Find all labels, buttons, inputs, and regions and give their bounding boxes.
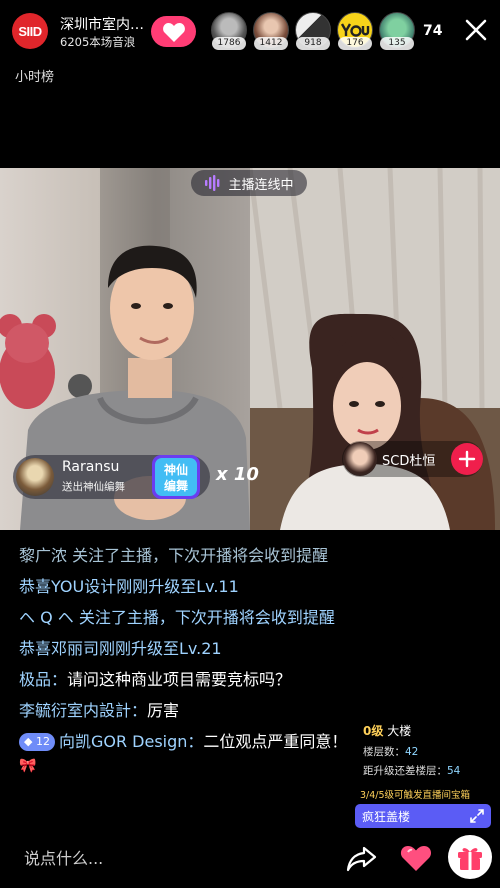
link-status-text: 主播连线中 bbox=[228, 177, 294, 193]
chat-text: 厉害 bbox=[147, 701, 180, 720]
viewer-badge-2: 1412 bbox=[254, 37, 288, 50]
tower-tip: 3/4/5级可触发直播间宝箱 bbox=[360, 790, 471, 801]
close-button[interactable] bbox=[463, 17, 489, 43]
chat-message: 李毓衍室内設計：厉害 bbox=[19, 699, 349, 722]
viewer-badge-3: 918 bbox=[296, 37, 330, 50]
chat-text: 恭喜YOU设计刚刚升级至Lv.11 bbox=[19, 577, 239, 596]
hourly-rank-link[interactable]: 小时榜 bbox=[15, 66, 54, 85]
user-level-badge: ◆ 12 bbox=[19, 733, 55, 751]
host-logo-text: SIID bbox=[18, 23, 42, 39]
tower-upgrade: 距升级还差楼层：54 bbox=[363, 763, 460, 778]
build-tower-button[interactable]: 疯狂盖楼 bbox=[355, 804, 491, 828]
chat-username[interactable]: 向凯GOR Design： bbox=[59, 732, 203, 751]
link-status-badge: 主播连线中 bbox=[191, 170, 307, 196]
guest-info[interactable]: SCD杜恒 bbox=[342, 441, 483, 477]
heart-icon bbox=[400, 846, 432, 871]
gift-sticker-icon: 神仙 编舞 bbox=[150, 452, 202, 502]
chat-message: ヘ Q ヘ 关注了主播，下次开播将会收到提醒 bbox=[19, 606, 349, 629]
share-button[interactable] bbox=[344, 840, 380, 876]
follow-heart-button[interactable] bbox=[151, 16, 196, 47]
tower-upgrade-value: 54 bbox=[447, 765, 461, 777]
bottom-bar bbox=[0, 830, 500, 888]
chat-message: 恭喜邓丽司刚刚升级至Lv.21 bbox=[19, 637, 349, 660]
chat-text: 请问这种商业项目需要竞标吗？ bbox=[67, 670, 292, 689]
you-logo-icon bbox=[340, 23, 370, 37]
viewer-badge-5: 135 bbox=[380, 37, 414, 50]
chat-message: 极品：请问这种商业项目需要竞标吗？ bbox=[19, 668, 349, 691]
host-logo[interactable]: SIID bbox=[12, 13, 48, 49]
top-bar: SIID 深圳市室内… 6205本场音浪 1786 1412 918 176 1… bbox=[0, 0, 500, 62]
gift-sticker-text-bottom: 编舞 bbox=[163, 478, 188, 493]
chat-message: ◆ 12 向凯GOR Design：二位观点严重同意！ 🎀 bbox=[19, 730, 349, 778]
close-icon bbox=[465, 19, 487, 41]
chat-text: 恭喜邓丽司刚刚升级至Lv.21 bbox=[19, 639, 222, 658]
guest-name: SCD杜恒 bbox=[382, 454, 436, 469]
gift-sender-avatar[interactable] bbox=[16, 458, 54, 496]
chat-message: 恭喜YOU设计刚刚升级至Lv.11 bbox=[19, 575, 349, 598]
tower-floors-label: 楼层数： bbox=[363, 746, 405, 758]
plus-icon bbox=[458, 450, 476, 468]
tower-floors-value: 42 bbox=[405, 746, 419, 758]
chat-message: 黎广浓 关注了主播，下次开播将会收到提醒 bbox=[19, 544, 349, 567]
tower-level-value: 0级 bbox=[363, 724, 384, 738]
share-icon bbox=[346, 846, 377, 872]
expand-icon[interactable] bbox=[469, 808, 485, 824]
chat-text: 黎广浓 关注了主播，下次开播将会收到提醒 bbox=[19, 546, 329, 565]
viewer-count[interactable]: 74 bbox=[423, 23, 442, 39]
gift-description: 送出神仙编舞 bbox=[62, 481, 125, 493]
chat-list: 黎广浓 关注了主播，下次开播将会收到提醒 恭喜YOU设计刚刚升级至Lv.11 ヘ… bbox=[19, 544, 349, 786]
guest-avatar[interactable] bbox=[343, 442, 377, 476]
tower-widget[interactable]: 0级 大楼 楼层数：42 距升级还差楼层：54 3/4/5级可触发直播间宝箱 疯… bbox=[355, 718, 495, 830]
like-button[interactable] bbox=[398, 840, 434, 876]
gift-sticker-text-top: 神仙 bbox=[164, 462, 188, 477]
user-level-value: 12 bbox=[35, 735, 50, 748]
sound-wave-icon bbox=[205, 175, 220, 191]
build-tower-label: 疯狂盖楼 bbox=[362, 810, 411, 824]
gift-box-icon bbox=[458, 848, 482, 870]
tower-floors: 楼层数：42 bbox=[363, 744, 418, 759]
chat-username[interactable]: 极品： bbox=[19, 670, 67, 689]
gift-sender-name: Raransu bbox=[62, 459, 120, 475]
chat-text: ヘ Q ヘ 关注了主播，下次开播将会收到提醒 bbox=[19, 608, 335, 627]
chat-username[interactable]: 李毓衍室内設計： bbox=[19, 701, 147, 720]
gift-count: x 10 bbox=[216, 464, 259, 485]
tower-level: 0级 大楼 bbox=[363, 722, 411, 739]
tower-upgrade-label: 距升级还差楼层： bbox=[363, 765, 447, 777]
comment-input[interactable] bbox=[12, 838, 232, 878]
guest-follow-button[interactable] bbox=[451, 443, 483, 475]
host-income: 6205本场音浪 bbox=[60, 35, 136, 49]
heart-icon bbox=[162, 22, 185, 42]
viewer-badge-4: 176 bbox=[338, 37, 372, 50]
viewer-badge-1: 1786 bbox=[212, 37, 246, 50]
host-name[interactable]: 深圳市室内… bbox=[60, 14, 154, 34]
tower-level-label: 大楼 bbox=[387, 724, 412, 738]
ribbon-icon: 🎀 bbox=[19, 758, 37, 774]
gift-button[interactable] bbox=[448, 835, 492, 879]
chat-text: 二位观点严重同意！ bbox=[203, 732, 348, 751]
